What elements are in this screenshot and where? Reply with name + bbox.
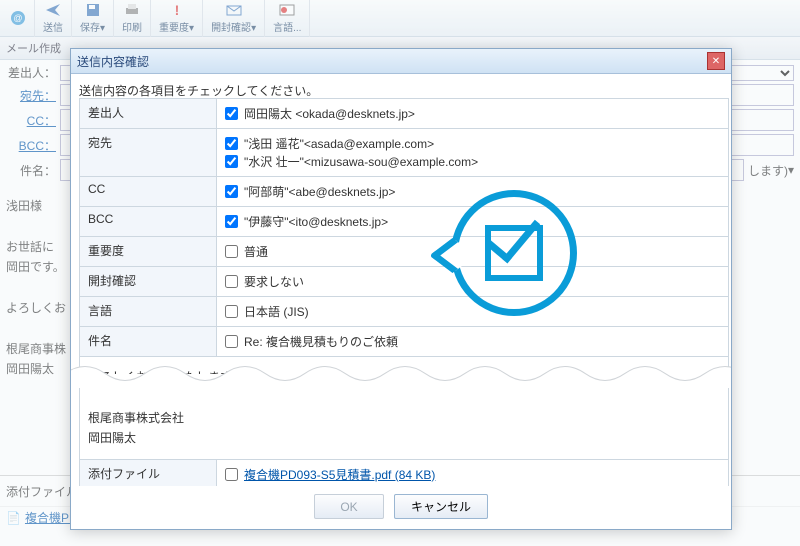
review-lang-label: 言語 [80, 297, 217, 327]
from-value: 岡田陽太 <okada@desknets.jp> [244, 105, 415, 122]
cc-value: "阿部萌"<abe@desknets.jp> [244, 183, 395, 200]
subject-value: Re: 複合機見積もりのご依頼 [244, 333, 398, 350]
attach-file-link[interactable]: 複合機PD093-S5見積書.pdf (84 KB) [244, 466, 435, 483]
lang-checkbox[interactable] [225, 305, 238, 318]
review-attach-label: 添付ファイル [80, 459, 217, 486]
dialog-scroll-area[interactable]: 差出人 岡田陽太 <okada@desknets.jp> 宛先 "浅田 遥花"<… [79, 98, 729, 486]
dialog-buttons: OK キャンセル [71, 486, 731, 529]
cancel-button[interactable]: キャンセル [394, 494, 488, 519]
check-stamp-icon [451, 190, 577, 316]
attach-checkbox[interactable] [225, 468, 238, 481]
from-checkbox[interactable] [225, 107, 238, 120]
bcc-checkbox[interactable] [225, 215, 238, 228]
to-checkbox-2[interactable] [225, 155, 238, 168]
wavy-divider [71, 360, 731, 388]
review-from-label: 差出人 [80, 99, 217, 129]
review-table: 差出人 岡田陽太 <okada@desknets.jp> 宛先 "浅田 遥花"<… [79, 98, 729, 486]
importance-value: 普通 [244, 243, 268, 260]
review-receipt-label: 開封確認 [80, 267, 217, 297]
receipt-checkbox[interactable] [225, 275, 238, 288]
ok-button[interactable]: OK [314, 494, 384, 519]
review-to-label: 宛先 [80, 129, 217, 177]
receipt-value: 要求しない [244, 273, 304, 290]
dialog-title: 送信内容確認 [77, 53, 149, 70]
bcc-value: "伊藤守"<ito@desknets.jp> [244, 213, 388, 230]
review-subject-label: 件名 [80, 327, 217, 357]
send-confirm-dialog: 送信内容確認 ✕ 送信内容の各項目をチェックしてください。 差出人 岡田陽太 <… [70, 48, 732, 530]
to-value-1: "浅田 遥花"<asada@example.com> [244, 135, 434, 152]
to-checkbox-1[interactable] [225, 137, 238, 150]
review-importance-label: 重要度 [80, 237, 217, 267]
review-bcc-label: BCC [80, 207, 217, 237]
review-cc-label: CC [80, 177, 217, 207]
cc-checkbox[interactable] [225, 185, 238, 198]
importance-checkbox[interactable] [225, 245, 238, 258]
dialog-instruction: 送信内容の各項目をチェックしてください。 [79, 82, 723, 99]
to-value-2: "水沢 壮一"<mizusawa-sou@example.com> [244, 153, 478, 170]
subject-checkbox[interactable] [225, 335, 238, 348]
lang-value: 日本語 (JIS) [244, 303, 309, 320]
close-icon[interactable]: ✕ [707, 52, 725, 70]
